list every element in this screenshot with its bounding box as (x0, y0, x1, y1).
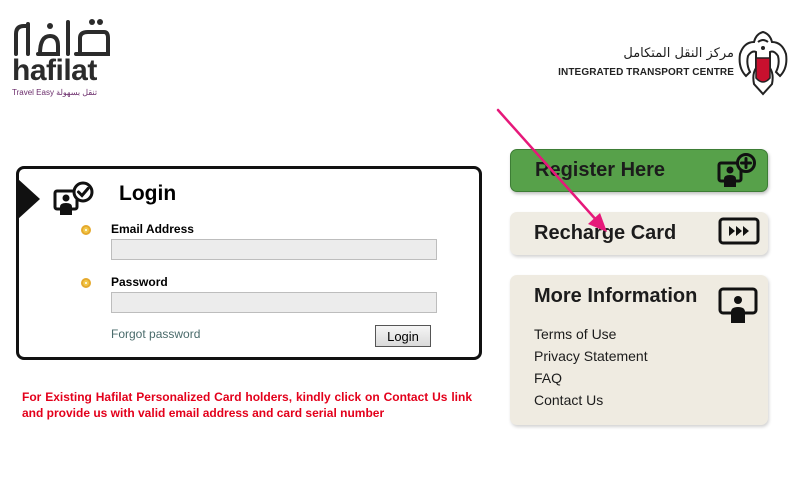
forgot-password-link[interactable]: Forgot password (111, 327, 200, 341)
recharge-label: Recharge Card (534, 222, 677, 244)
login-notch-marker (18, 179, 40, 219)
user-check-icon (53, 181, 94, 215)
personalized-card-notice: For Existing Hafilat Personalized Card h… (22, 390, 472, 420)
itc-logo[interactable]: مركز النقل المتكامل INTEGRATED TRANSPORT… (558, 28, 790, 98)
information-links: Terms of Use Privacy Statement FAQ Conta… (534, 325, 648, 413)
falcon-emblem-icon (738, 30, 788, 96)
user-add-icon (717, 153, 756, 187)
email-bullet-icon (81, 225, 91, 235)
itc-english-name: INTEGRATED TRANSPORT CENTRE (558, 67, 734, 78)
card-forward-icon (718, 217, 760, 245)
brand-name: hafilat (12, 54, 97, 87)
register-label: Register Here (535, 159, 666, 181)
login-title: Login (119, 182, 177, 205)
terms-of-use-link[interactable]: Terms of Use (534, 325, 648, 347)
more-information-title: More Information (534, 285, 698, 307)
privacy-statement-link[interactable]: Privacy Statement (534, 347, 648, 369)
recharge-card-button[interactable]: Recharge Card (510, 212, 768, 255)
password-bullet-icon (81, 278, 91, 288)
itc-arabic-name: مركز النقل المتكامل (623, 46, 734, 61)
brand-tagline: Travel Easy تنقل بسهولة (12, 88, 98, 97)
more-information-panel: More Information Terms of Use Privacy St… (510, 275, 768, 425)
contact-us-link[interactable]: Contact Us (534, 391, 648, 413)
hafilat-logo[interactable]: hafilat Travel Easy تنقل بسهولة (8, 14, 118, 100)
email-label: Email Address (111, 222, 194, 236)
register-here-button[interactable]: Register Here (510, 149, 768, 192)
login-button[interactable]: Login (375, 325, 431, 347)
faq-link[interactable]: FAQ (534, 369, 648, 391)
hafilat-arabic-logo-icon (14, 19, 110, 56)
login-panel: Login Email Address Password Forgot pass… (16, 166, 482, 360)
password-field[interactable] (111, 292, 437, 313)
user-screen-icon (718, 287, 758, 323)
email-field[interactable] (111, 239, 437, 260)
password-label: Password (111, 275, 168, 289)
